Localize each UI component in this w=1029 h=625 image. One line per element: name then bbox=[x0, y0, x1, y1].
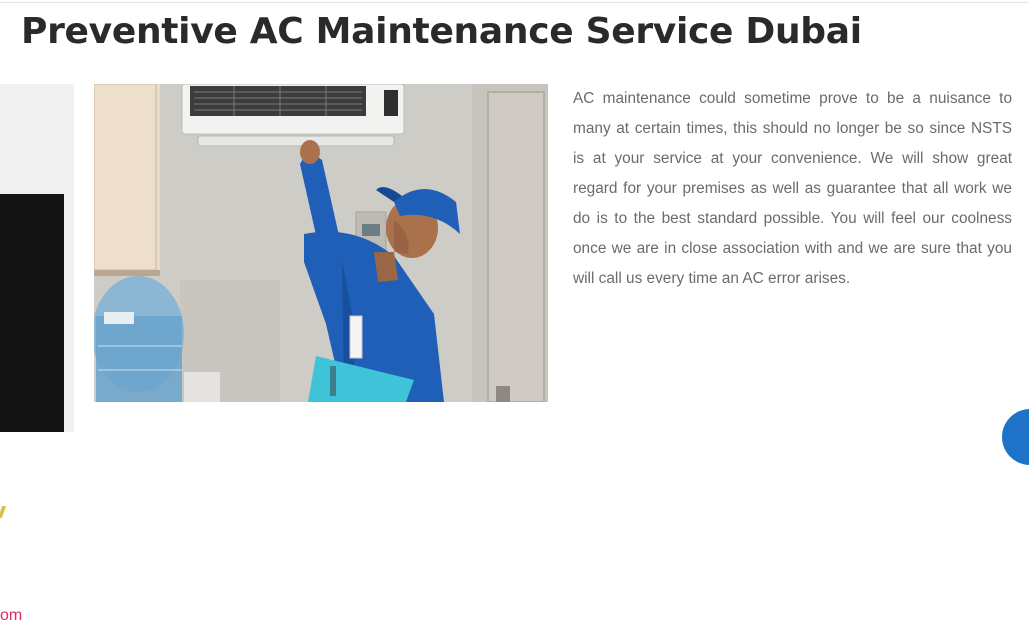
service-description: AC maintenance could sometime prove to b… bbox=[573, 90, 1012, 287]
technician-illustration bbox=[94, 84, 548, 402]
chat-bubble-icon[interactable] bbox=[1002, 409, 1029, 465]
page-title: Preventive AC Maintenance Service Dubai bbox=[21, 11, 862, 52]
sidebar-promo-card[interactable]: om bbox=[0, 194, 64, 624]
top-divider bbox=[0, 2, 1029, 3]
technician-photo bbox=[94, 84, 548, 402]
card-accent-mark bbox=[0, 506, 7, 518]
card-link-text[interactable]: om bbox=[0, 607, 22, 625]
